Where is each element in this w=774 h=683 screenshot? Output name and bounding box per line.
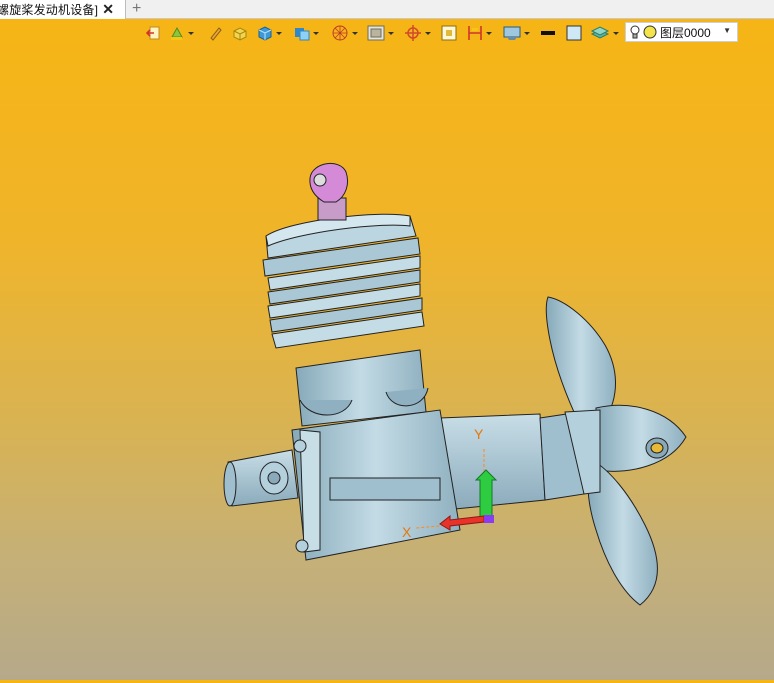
pencil-icon[interactable] [208, 21, 222, 45]
tab-bar: 螺旋桨发动机设备] ✕ + [0, 0, 774, 19]
close-icon[interactable]: ✕ [102, 0, 114, 18]
engine-model[interactable] [0, 46, 774, 680]
rect-select-icon[interactable] [441, 21, 457, 45]
frame-icon[interactable] [367, 21, 394, 45]
exit-icon[interactable] [146, 21, 160, 45]
lightbulb-icon[interactable] [630, 25, 640, 39]
x-axis-label: X [402, 524, 412, 540]
cube-icon[interactable] [257, 21, 282, 45]
layer-dropdown[interactable]: 图层0000 ▼ [625, 22, 738, 42]
fill-color-icon[interactable] [565, 21, 583, 45]
3d-viewport[interactable] [0, 46, 774, 680]
layer-color-icon [643, 25, 657, 39]
chevron-down-icon[interactable]: ▼ [723, 26, 731, 35]
line-color-icon[interactable] [540, 21, 556, 45]
new-tab-button[interactable]: + [132, 0, 141, 18]
shaded-view-icon[interactable] [294, 21, 319, 45]
layer-stack-icon[interactable] [590, 21, 619, 45]
paint-icon[interactable] [169, 21, 194, 45]
y-axis-label: Y [474, 426, 484, 442]
document-tab-title: 螺旋桨发动机设备] [0, 3, 99, 17]
layer-value: 图层0000 [660, 25, 711, 40]
box-icon[interactable] [232, 21, 248, 45]
document-tab[interactable]: 螺旋桨发动机设备] ✕ [0, 0, 126, 19]
target-icon[interactable] [404, 21, 431, 45]
dimension-icon[interactable] [467, 21, 492, 45]
sphere-wire-icon[interactable] [331, 21, 358, 45]
display-icon[interactable] [503, 21, 530, 45]
